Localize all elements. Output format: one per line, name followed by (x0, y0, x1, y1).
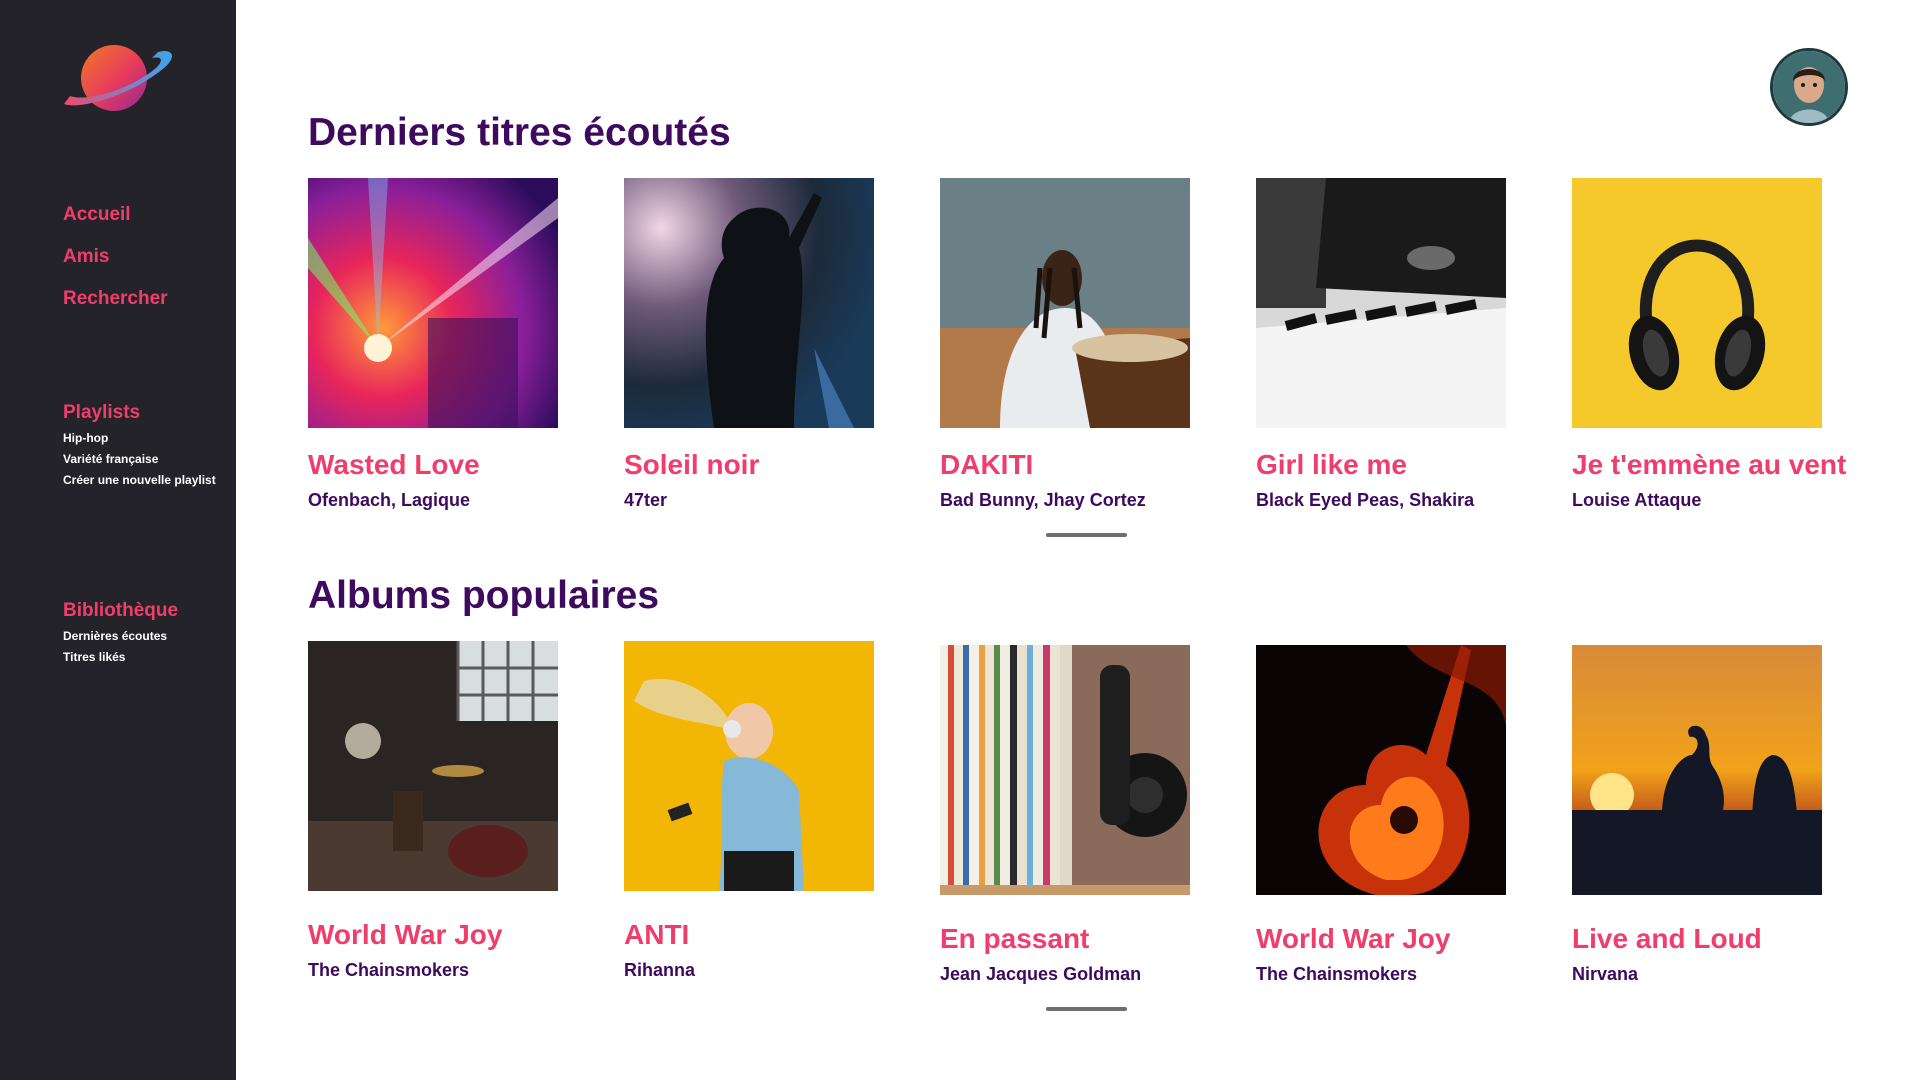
album-artist: Rihanna (624, 960, 696, 980)
library-section: Bibliothèque Dernières écoutes Titres li… (63, 598, 178, 668)
recent-tracks-heading: Derniers titres écoutés (308, 111, 731, 154)
track-artist: Louise Attaque (1572, 490, 1702, 510)
album-card[interactable]: ANTI Rihanna (624, 641, 924, 982)
track-title: Wasted Love (308, 449, 480, 480)
headphones-cover-icon (1572, 178, 1822, 428)
drummer-cover-icon (940, 178, 1190, 428)
album-card[interactable]: World War Joy The Chainsmokers (1256, 645, 1556, 986)
playlists-section: Playlists Hip-hop Variété française Crée… (63, 400, 216, 491)
playlist-item-hip-hop[interactable]: Hip-hop (63, 428, 216, 449)
singer-silhouette-cover-icon (624, 178, 874, 428)
album-artist: Nirvana (1572, 964, 1639, 984)
concert-lights-cover-icon (308, 178, 558, 428)
app-root: Accueil Amis Rechercher Playlists Hip-ho… (0, 0, 1920, 1080)
track-card[interactable]: Je t'emmène au vent Louise Attaque (1572, 178, 1872, 512)
dancing-woman-cover-icon (624, 641, 874, 891)
track-artist: Black Eyed Peas, Shakira (1256, 490, 1475, 510)
main-nav: Accueil Amis Rechercher (63, 202, 168, 328)
nav-rechercher[interactable]: Rechercher (63, 286, 168, 328)
sidebar: Accueil Amis Rechercher Playlists Hip-ho… (0, 0, 236, 1080)
track-card[interactable]: Soleil noir 47ter (624, 178, 924, 512)
playlists-title[interactable]: Playlists (63, 400, 216, 426)
playlist-item-variete-francaise[interactable]: Variété française (63, 449, 216, 470)
nav-amis[interactable]: Amis (63, 244, 168, 286)
library-title[interactable]: Bibliothèque (63, 598, 178, 624)
popular-albums-heading: Albums populaires (308, 574, 660, 617)
album-card[interactable]: World War Joy The Chainsmokers (308, 641, 608, 982)
album-card[interactable]: En passant Jean Jacques Goldman (940, 645, 1240, 986)
planet-logo-icon[interactable] (60, 38, 178, 120)
track-title: DAKITI (940, 449, 1034, 480)
studio-cover-icon (308, 641, 558, 891)
album-artist: The Chainsmokers (308, 960, 470, 980)
album-artist: Jean Jacques Goldman (940, 964, 1142, 984)
album-title: World War Joy (308, 919, 503, 950)
user-avatar[interactable] (1770, 48, 1848, 126)
album-title: Live and Loud (1572, 923, 1762, 954)
create-playlist-link[interactable]: Créer une nouvelle playlist (63, 470, 216, 491)
track-card[interactable]: Wasted Love Ofenbach, Lagique (308, 178, 608, 512)
library-item-recent[interactable]: Dernières écoutes (63, 626, 178, 647)
vinyl-records-cover-icon (940, 645, 1190, 895)
track-title: Girl like me (1256, 449, 1407, 480)
album-card[interactable]: Live and Loud Nirvana (1572, 645, 1872, 986)
track-artist: 47ter (624, 490, 668, 510)
album-title: ANTI (624, 919, 690, 950)
piano-cover-icon (1256, 178, 1506, 428)
nav-accueil[interactable]: Accueil (63, 202, 168, 244)
track-title: Soleil noir (624, 449, 760, 480)
library-item-liked[interactable]: Titres likés (63, 647, 178, 668)
child-portrait-icon (1773, 51, 1845, 123)
track-card[interactable]: Girl like me Black Eyed Peas, Shakira (1256, 178, 1556, 512)
flaming-guitar-cover-icon (1256, 645, 1506, 895)
track-card[interactable]: DAKITI Bad Bunny, Jhay Cortez (940, 178, 1240, 512)
track-title: Je t'emmène au vent (1572, 449, 1847, 480)
track-artist: Bad Bunny, Jhay Cortez (940, 490, 1146, 510)
track-artist: Ofenbach, Lagique (308, 490, 471, 510)
recent-scroll-indicator[interactable] (1046, 533, 1127, 537)
albums-scroll-indicator[interactable] (1046, 1007, 1127, 1011)
album-artist: The Chainsmokers (1256, 964, 1418, 984)
album-title: En passant (940, 923, 1090, 954)
album-title: World War Joy (1256, 923, 1451, 954)
sunset-couple-cover-icon (1572, 645, 1822, 895)
